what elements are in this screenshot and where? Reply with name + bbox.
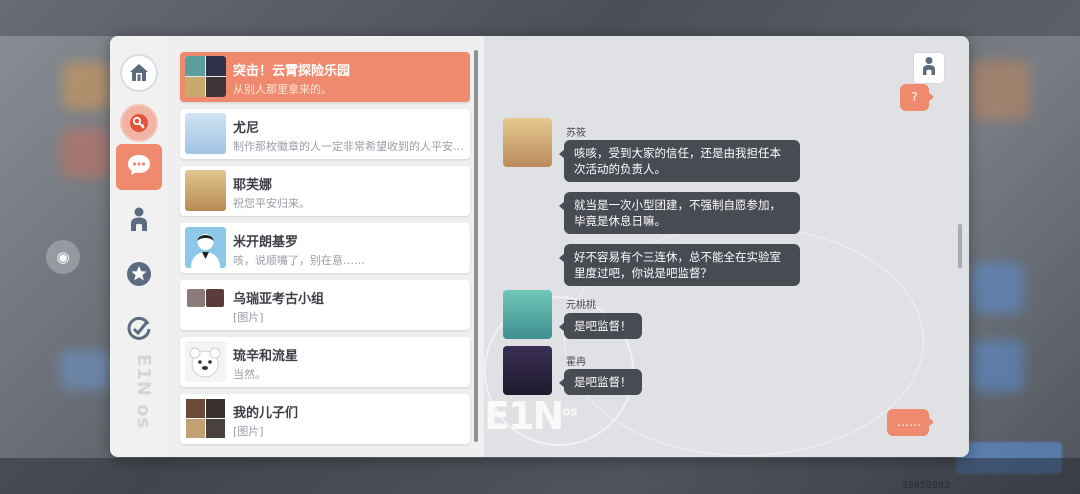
camera-icon[interactable]: ◉: [46, 240, 80, 274]
background-top-bar: [0, 0, 1080, 36]
message-bubble: 是吧监督！: [559, 313, 642, 339]
list-scrollbar[interactable]: [474, 50, 478, 442]
background-panel: [60, 350, 112, 390]
conversation-preview: [图片]: [233, 425, 264, 438]
sender-name: 霍冉: [566, 357, 586, 368]
conversation-preview: 从别人那里拿来的。: [233, 83, 332, 96]
chat-watermark-sup: os: [562, 404, 578, 419]
conversation-item[interactable]: 尤尼 制作那枚徽章的人一定非常希望收到的人平安……: [180, 109, 470, 159]
background-avatar-3: [970, 60, 1030, 120]
message-bubble: 好不容易有个三连休，总不能全在实验室里度过吧，你说是吧监督？: [559, 244, 800, 286]
nav-home[interactable]: [116, 50, 162, 96]
messages-window: E1N os 突击！云霄探险乐园 从别人那里拿来的。 尤尼 制作那枚徽章的人一定…: [110, 36, 969, 457]
conversation-list: 突击！云霄探险乐园 从别人那里拿来的。 尤尼 制作那枚徽章的人一定非常希望收到的…: [168, 36, 484, 457]
huoran-avatar: [503, 346, 552, 395]
uid-label: 38659982: [901, 480, 950, 491]
message-bubble: 就当是一次小型团建，不强制自愿参加，毕竟是休息日嘛。: [559, 192, 800, 234]
self-message-bubble: ……: [887, 409, 934, 436]
background-avatar-2: [60, 128, 110, 178]
conversation-preview: 当然。: [233, 368, 266, 381]
yuni-avatar: [185, 113, 226, 154]
suxiao-avatar: [503, 118, 552, 167]
conversation-preview: 制作那枚徽章的人一定非常希望收到的人平安……: [233, 140, 465, 153]
yuantaotao-avatar: [503, 290, 552, 339]
message-bubble: 是吧监督！: [559, 369, 642, 395]
conversation-preview: 祝您平安归来。: [233, 197, 310, 210]
conversation-name: 琉辛和流星: [233, 349, 299, 364]
nav-contacts[interactable]: [116, 198, 162, 244]
pet-avatar: [185, 341, 226, 382]
conversation-preview: [图片]: [233, 311, 264, 324]
sender-name: 元桃桃: [566, 300, 596, 311]
nav-rail: E1N os: [110, 36, 168, 457]
group-avatar: [185, 56, 226, 97]
check-ring-icon: [126, 316, 152, 346]
background-avatar-1: [62, 62, 110, 110]
conversation-name: 耶芙娜: [233, 178, 273, 193]
michelangelo-avatar: [185, 227, 226, 268]
conversation-item[interactable]: 我的儿子们 [图片]: [180, 394, 470, 444]
os-watermark: E1N os: [133, 354, 154, 430]
message-bubble: 咳咳，受到大家的信任，还是由我担任本次活动的负责人。: [559, 140, 800, 182]
person-icon: [921, 56, 937, 80]
chat-bubble-icon: [126, 153, 152, 181]
conversation-name: 尤尼: [233, 121, 260, 136]
conversation-item[interactable]: 耶芙娜 祝您平安归来。: [180, 166, 470, 216]
background-button-2: [972, 340, 1024, 392]
chat-profile-button[interactable]: [913, 52, 945, 84]
background-button-1: [972, 262, 1024, 314]
yefna-avatar: [185, 170, 226, 211]
key-badge-icon: [120, 104, 158, 142]
nav-tasks[interactable]: [116, 308, 162, 354]
chat-scrollbar[interactable]: [958, 224, 962, 268]
home-icon: [120, 54, 158, 92]
conversation-item[interactable]: 突击！云霄探险乐园 从别人那里拿来的。: [180, 52, 470, 102]
group-avatar: [185, 398, 226, 439]
conversation-name: 米开朗基罗: [233, 235, 299, 250]
conversation-preview: 咳，说顺嘴了，别在意……: [233, 254, 365, 267]
self-message-bubble: ?: [900, 84, 934, 111]
chat-panel: E1Nos ? 苏筱 咳咳，受到大家的信任，还是由我担任本次活动的负责人。 就当…: [484, 36, 969, 457]
chat-watermark-text: E1N: [484, 394, 564, 438]
sender-name: 苏筱: [566, 128, 586, 139]
nav-favorites[interactable]: [116, 253, 162, 299]
list-scrollbar-thumb[interactable]: [474, 50, 478, 442]
conversation-name: 乌瑞亚考古小组: [233, 292, 325, 307]
conversation-item[interactable]: 米开朗基罗 咳，说顺嘴了，别在意……: [180, 223, 470, 273]
nav-messages[interactable]: [116, 144, 162, 190]
conversation-item[interactable]: 琉辛和流星 当然。: [180, 337, 470, 387]
group-avatar: [185, 284, 226, 325]
star-icon: [126, 261, 152, 291]
person-icon: [128, 206, 150, 236]
nav-events[interactable]: [116, 100, 162, 146]
chat-watermark: E1Nos: [484, 394, 578, 438]
conversation-item[interactable]: 乌瑞亚考古小组 [图片]: [180, 280, 470, 330]
conversation-name: 我的儿子们: [233, 406, 299, 421]
conversation-name: 突击！云霄探险乐园: [233, 64, 351, 79]
